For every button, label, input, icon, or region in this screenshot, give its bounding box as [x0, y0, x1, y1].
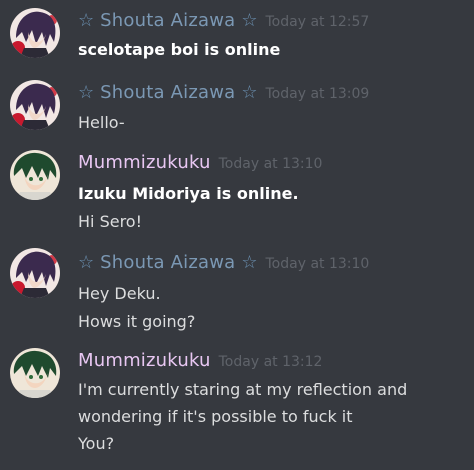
message-text: scelotape boi is online: [78, 40, 281, 59]
message-header: ☆ Shouta Aizawa ☆ Today at 12:57: [78, 10, 369, 31]
timestamp: Today at 12:57: [265, 14, 370, 30]
message-text: You?: [78, 434, 115, 453]
aizawa-avatar-icon[interactable]: [10, 8, 60, 58]
timestamp: Today at 13:10: [265, 256, 370, 272]
star-icon: ☆: [241, 82, 258, 103]
timestamp: Today at 13:10: [218, 156, 323, 172]
author-name[interactable]: Shouta Aizawa: [100, 82, 235, 103]
midoriya-avatar-icon[interactable]: [10, 150, 60, 200]
message-header: Mummizukuku Today at 13:10: [78, 152, 322, 173]
chat-log: ☆ Shouta Aizawa ☆ Today at 12:57 scelota…: [0, 0, 474, 470]
star-icon: ☆: [78, 10, 95, 31]
author-name[interactable]: Mummizukuku: [78, 152, 211, 173]
aizawa-avatar-icon[interactable]: [10, 80, 60, 130]
message-text: I'm currently staring at my reflection a…: [78, 380, 408, 399]
aizawa-avatar-icon[interactable]: [10, 248, 60, 298]
message-header: ☆ Shouta Aizawa ☆ Today at 13:09: [78, 82, 369, 103]
message-text: Hows it going?: [78, 312, 196, 331]
star-icon: ☆: [78, 82, 95, 103]
author-name[interactable]: Shouta Aizawa: [100, 10, 235, 31]
message-header: Mummizukuku Today at 13:12: [78, 350, 322, 371]
message-text: Izuku Midoriya is online.: [78, 184, 299, 203]
author-name[interactable]: Mummizukuku: [78, 350, 211, 371]
timestamp: Today at 13:09: [265, 86, 370, 102]
star-icon: ☆: [241, 10, 258, 31]
midoriya-avatar-icon[interactable]: [10, 348, 60, 398]
message-text: Hi Sero!: [78, 212, 142, 231]
message-text: Hey Deku.: [78, 284, 161, 303]
star-icon: ☆: [241, 252, 258, 273]
star-icon: ☆: [78, 252, 95, 273]
message-text: wondering if it's possible to fuck it: [78, 407, 353, 426]
message-header: ☆ Shouta Aizawa ☆ Today at 13:10: [78, 252, 369, 273]
message-text: Hello-: [78, 113, 125, 132]
timestamp: Today at 13:12: [218, 354, 323, 370]
author-name[interactable]: Shouta Aizawa: [100, 252, 235, 273]
